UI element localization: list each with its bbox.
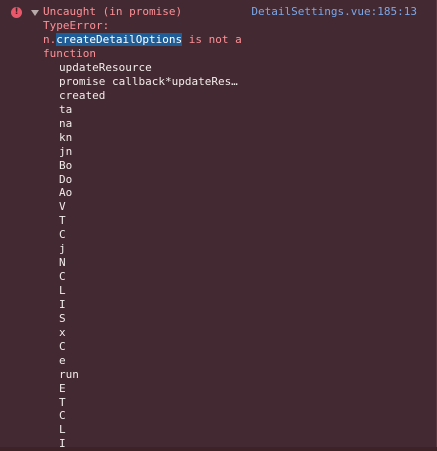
stack-frame[interactable]: C (59, 409, 238, 423)
stack-frame[interactable]: Ao (59, 186, 238, 200)
error-circle-icon: ! (11, 7, 22, 18)
stack-frame[interactable]: E (59, 382, 238, 396)
console-panel: ! Uncaught (in promise) DetailSettings.v… (0, 0, 437, 450)
stack-frame[interactable]: T (59, 214, 238, 228)
stack-frame[interactable]: ta (59, 103, 238, 117)
error-message-suffix: is not a (182, 33, 242, 46)
error-type-label[interactable]: Uncaught (in promise) (43, 5, 182, 19)
stack-frame[interactable]: I (59, 437, 238, 451)
stack-frame[interactable]: Do (59, 173, 238, 187)
stack-frame[interactable]: j (59, 242, 238, 256)
stack-frame[interactable]: na (59, 117, 238, 131)
error-message-line: n.createDetailOptions is not a (43, 33, 242, 47)
stack-frame[interactable]: T (59, 396, 238, 410)
error-message-prefix: n. (43, 33, 57, 46)
stack-frame[interactable]: L (59, 423, 238, 437)
triangle-down-icon[interactable] (31, 10, 39, 16)
source-location-link[interactable]: DetailSettings.vue:185:13 (251, 5, 417, 19)
error-message-continuation: function (43, 47, 96, 60)
stack-frame[interactable]: C (59, 228, 238, 242)
stack-frame[interactable]: created (59, 89, 238, 103)
error-name: TypeError: (43, 19, 110, 32)
stack-frame[interactable]: x (59, 326, 238, 340)
stack-frame[interactable]: promise callback*updateRes… (59, 75, 238, 89)
stack-frame[interactable]: jn (59, 145, 238, 159)
stack-frame[interactable]: V (59, 200, 238, 214)
stack-frame[interactable]: C (59, 340, 238, 354)
stack-frame[interactable]: N (59, 256, 238, 270)
stack-frame[interactable]: e (59, 354, 238, 368)
stack-frame[interactable]: updateResource (59, 61, 238, 75)
stack-trace: updateResource promise callback*updateRes… (59, 61, 238, 451)
stack-frame[interactable]: L (59, 284, 238, 298)
stack-frame[interactable]: kn (59, 131, 238, 145)
stack-frame[interactable]: C (59, 270, 238, 284)
stack-frame[interactable]: I (59, 298, 238, 312)
stack-frame[interactable]: S (59, 312, 238, 326)
selected-search-term: createDetailOptions (56, 33, 183, 46)
stack-frame[interactable]: run (59, 368, 238, 382)
stack-frame[interactable]: Bo (59, 159, 238, 173)
